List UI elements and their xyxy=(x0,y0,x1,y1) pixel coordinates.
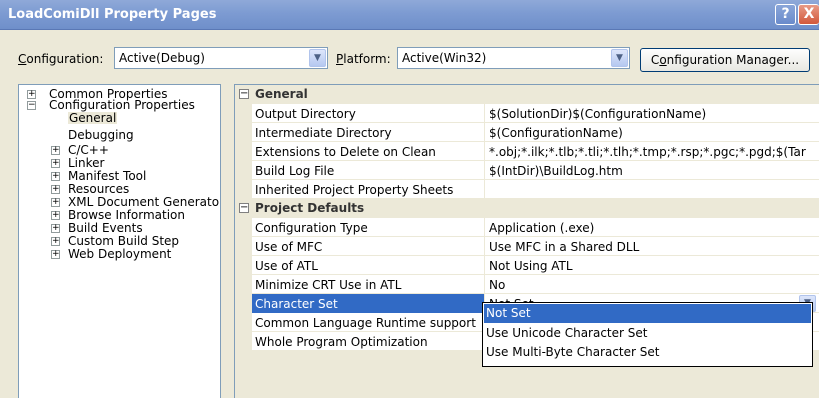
help-icon: ? xyxy=(781,6,790,22)
property-name: Common Language Runtime support xyxy=(255,316,476,330)
platform-label: Platform: xyxy=(336,52,391,66)
property-name: Build Log File xyxy=(255,164,335,178)
category-general[interactable]: − General xyxy=(235,85,819,104)
property-row[interactable]: Inherited Project Property Sheets xyxy=(235,180,819,199)
property-row[interactable]: Minimize CRT Use in ATL No xyxy=(235,275,819,294)
property-row[interactable]: Intermediate Directory $(ConfigurationNa… xyxy=(235,123,819,142)
close-button[interactable]: X xyxy=(798,4,819,25)
property-value[interactable]: *.obj;*.ilk;*.tlb;*.tli;*.tlh;*.tmp;*.rs… xyxy=(489,145,819,159)
property-name: Use of MFC xyxy=(255,240,323,254)
help-button[interactable]: ? xyxy=(775,4,796,25)
tree-item-build-events[interactable]: Build Events xyxy=(68,222,143,234)
collapse-icon[interactable]: − xyxy=(239,89,249,99)
tree-item-cpp[interactable]: C/C++ xyxy=(68,144,109,156)
property-name: Configuration Type xyxy=(255,221,368,235)
expand-icon[interactable]: + xyxy=(51,237,60,246)
expand-icon[interactable]: + xyxy=(51,185,60,194)
expand-icon[interactable]: + xyxy=(51,172,60,181)
property-value[interactable]: $(SolutionDir)$(ConfigurationName) xyxy=(489,107,819,121)
tree-item-web-deployment[interactable]: Web Deployment xyxy=(68,248,171,260)
chevron-down-icon[interactable]: ▼ xyxy=(611,49,628,67)
expand-icon[interactable]: + xyxy=(51,250,60,259)
tree-item-resources[interactable]: Resources xyxy=(68,183,129,195)
expand-icon[interactable]: + xyxy=(51,224,60,233)
configuration-label: Configuration: xyxy=(18,52,104,66)
expand-icon[interactable]: + xyxy=(27,90,36,99)
expand-icon[interactable]: + xyxy=(51,146,60,155)
tree-item-manifest-tool[interactable]: Manifest Tool xyxy=(68,170,146,182)
property-value[interactable]: Use MFC in a Shared DLL xyxy=(489,240,819,254)
property-row[interactable]: Extensions to Delete on Clean *.obj;*.il… xyxy=(235,142,819,161)
chevron-down-icon[interactable]: ▼ xyxy=(309,49,326,67)
property-value[interactable]: $(ConfigurationName) xyxy=(489,126,819,140)
platform-value: Active(Win32) xyxy=(402,51,487,65)
tree-item-debugging[interactable]: Debugging xyxy=(68,129,134,141)
expand-icon[interactable]: + xyxy=(51,159,60,168)
property-name: Inherited Project Property Sheets xyxy=(255,183,454,197)
dropdown-option-multibyte[interactable]: Use Multi-Byte Character Set xyxy=(484,343,811,362)
tree-item-xml-document-generator[interactable]: XML Document Generato xyxy=(68,196,219,208)
property-row[interactable]: Build Log File $(IntDir)\BuildLog.htm xyxy=(235,161,819,180)
character-set-dropdown-list[interactable]: Not Set Use Unicode Character Set Use Mu… xyxy=(482,302,813,367)
property-row[interactable]: Use of MFC Use MFC in a Shared DLL xyxy=(235,237,819,256)
tree-item-general[interactable]: General xyxy=(68,112,118,124)
expand-icon[interactable]: + xyxy=(51,211,60,220)
property-value[interactable]: Application (.exe) xyxy=(489,221,819,235)
property-name: Whole Program Optimization xyxy=(255,335,428,349)
category-label: Project Defaults xyxy=(255,201,365,215)
platform-combo[interactable]: Active(Win32) ▼ xyxy=(397,47,630,69)
category-project-defaults[interactable]: − Project Defaults xyxy=(235,199,819,218)
dropdown-option-unicode[interactable]: Use Unicode Character Set xyxy=(484,324,811,343)
configuration-manager-button[interactable]: Configuration Manager... xyxy=(640,48,810,72)
property-name: Extensions to Delete on Clean xyxy=(255,145,436,159)
tree-item-custom-build-step[interactable]: Custom Build Step xyxy=(68,235,179,247)
window-title: LoadComiDll Property Pages xyxy=(8,7,217,22)
tree-item-configuration-properties[interactable]: Configuration Properties xyxy=(49,99,195,111)
dropdown-option-not-set[interactable]: Not Set xyxy=(484,304,811,323)
collapse-icon[interactable]: − xyxy=(239,203,249,213)
property-name: Minimize CRT Use in ATL xyxy=(255,278,402,292)
property-value[interactable]: $(IntDir)\BuildLog.htm xyxy=(489,164,819,178)
property-row[interactable]: Configuration Type Application (.exe) xyxy=(235,218,819,237)
property-name: Intermediate Directory xyxy=(255,126,392,140)
property-name: Use of ATL xyxy=(255,259,318,273)
title-bar: LoadComiDll Property Pages ? X xyxy=(0,0,819,30)
property-row[interactable]: Output Directory $(SolutionDir)$(Configu… xyxy=(235,104,819,123)
configuration-value: Active(Debug) xyxy=(119,51,205,65)
property-value[interactable]: No xyxy=(489,278,819,292)
property-name: Character Set xyxy=(255,297,338,311)
property-row[interactable]: Use of ATL Not Using ATL xyxy=(235,256,819,275)
property-tree[interactable]: + Common Properties − Configuration Prop… xyxy=(18,84,221,398)
configuration-combo[interactable]: Active(Debug) ▼ xyxy=(114,47,328,69)
property-value[interactable]: Not Using ATL xyxy=(489,259,819,273)
property-name: Output Directory xyxy=(255,107,356,121)
tree-item-browse-information[interactable]: Browse Information xyxy=(68,209,185,221)
category-label: General xyxy=(255,87,308,101)
expand-icon[interactable]: + xyxy=(51,198,60,207)
tree-item-linker[interactable]: Linker xyxy=(68,157,104,169)
close-icon: X xyxy=(803,6,815,22)
collapse-icon[interactable]: − xyxy=(27,101,36,110)
